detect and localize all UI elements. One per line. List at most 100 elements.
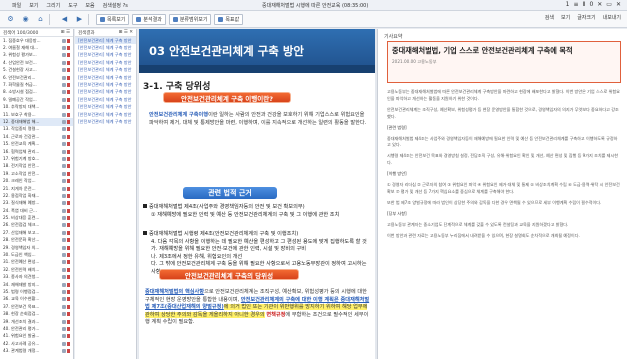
analysis-button[interactable]: 분석결과 — [132, 13, 166, 25]
bookmark-icon[interactable] — [67, 142, 70, 147]
result-list-item[interactable]: [안전보건관리] 체계 구축 방안 — [75, 104, 136, 111]
document-list-item[interactable]: 26. 안전점검 체크... — [0, 222, 73, 229]
result-list-item[interactable]: [안전보건관리] 체계 구축 방안 — [75, 52, 136, 59]
window-control-5[interactable]: ✕ — [597, 1, 602, 8]
bookmark-icon[interactable] — [67, 164, 70, 169]
document-list-item[interactable]: 8. 소방시설 점검... — [0, 89, 73, 96]
bookmark-icon[interactable] — [67, 275, 70, 280]
result-list-item[interactable]: [안전보건관리] 체계 구축 방안 — [75, 74, 136, 81]
search-action[interactable]: 검색 — [545, 14, 554, 21]
document-list-item[interactable]: 27. 산업재해 보고... — [0, 229, 73, 236]
bookmark-icon[interactable] — [67, 304, 70, 309]
bookmark-icon[interactable] — [67, 245, 70, 250]
result-list-item[interactable]: [안전보건관리] 체계 구축 방안 — [75, 118, 136, 125]
document-list-item[interactable]: 12. 중대재해법 해... — [0, 118, 73, 126]
document-list-item[interactable]: 13. 작업중지 명령... — [0, 126, 73, 133]
export-action[interactable]: 내보내기 — [603, 14, 621, 21]
document-list-item[interactable]: 30. 도급인 책임... — [0, 251, 73, 258]
document-list-item[interactable]: 20. 크레인 작업... — [0, 177, 73, 184]
document-list-item[interactable]: 6. 안전보건관리... — [0, 74, 73, 81]
bookmark-icon[interactable] — [67, 267, 70, 272]
result-list-item[interactable]: [안전보건관리] 체계 구축 방안 — [75, 37, 136, 45]
menu-search-settings[interactable]: 검색설정 ?s — [103, 2, 128, 9]
result-list-item[interactable]: [안전보건관리] 체계 구축 방안 — [75, 67, 136, 74]
bookmark-icon[interactable] — [67, 193, 70, 198]
bookmark-icon[interactable] — [67, 112, 70, 117]
document-list-item[interactable]: 22. 용접작업 화재... — [0, 192, 73, 199]
search-icon[interactable]: ◉ — [21, 15, 30, 24]
menu-tools[interactable]: 도구 — [68, 2, 77, 9]
bookmark-icon[interactable] — [67, 38, 70, 43]
document-list-item[interactable]: 21. 지게차 운전... — [0, 185, 73, 192]
bookmark-icon[interactable] — [67, 97, 70, 102]
back-icon[interactable]: ◀ — [60, 15, 69, 24]
document-list-item[interactable]: 33. 종사자 의견청... — [0, 274, 73, 281]
document-list-item[interactable]: 16. 협력업체 관리... — [0, 148, 73, 155]
bookmark-icon[interactable] — [67, 179, 70, 184]
result-list-controls[interactable]: ⊞ ☰ ✕ — [119, 30, 133, 35]
document-list-item[interactable]: 15. 안전교육 계획... — [0, 140, 73, 147]
bookmark-icon[interactable] — [67, 156, 70, 161]
bookmark-icon[interactable] — [67, 312, 70, 317]
bookmark-icon[interactable] — [67, 260, 70, 265]
category-range-button[interactable]: 분류범위보기 — [168, 13, 212, 25]
bookmark-icon[interactable] — [67, 46, 70, 51]
document-list-item[interactable]: 9. 밀폐공간 작업... — [0, 96, 73, 103]
document-list-item[interactable]: 5. 건설현장 사고... — [0, 67, 73, 74]
document-list-item[interactable]: 2. 여름철 재해 대... — [0, 44, 73, 51]
bookmark-icon[interactable] — [67, 319, 70, 324]
bookmark-icon[interactable] — [67, 216, 70, 221]
bookmark-icon[interactable] — [67, 149, 70, 154]
menu-draw[interactable]: 그리기 — [46, 2, 60, 9]
menu-file[interactable]: 파일 — [12, 2, 21, 9]
document-list-item[interactable]: 23. 질식재해 예방... — [0, 200, 73, 207]
bookmark-icon[interactable] — [67, 171, 70, 176]
bookmark-icon[interactable] — [67, 83, 70, 88]
bookmark-icon[interactable] — [67, 253, 70, 258]
bookmark-icon[interactable] — [67, 297, 70, 302]
bookmark-icon[interactable] — [67, 53, 70, 58]
bookmark-icon[interactable] — [67, 230, 70, 235]
bookmark-icon[interactable] — [67, 68, 70, 73]
bookmark-icon[interactable] — [67, 289, 70, 294]
document-list-item[interactable]: 4. 산업안전 보건... — [0, 59, 73, 66]
document-list-item[interactable]: 36. 교육 이수현황... — [0, 296, 73, 303]
window-control-6[interactable]: ▭ — [606, 1, 612, 8]
bookmark-icon[interactable] — [67, 186, 70, 191]
bookmark-icon[interactable] — [67, 134, 70, 139]
window-control-4[interactable]: 0 — [589, 1, 593, 8]
document-list-item[interactable]: 10. 추락방지 대책... — [0, 104, 73, 111]
bookmark-icon[interactable] — [67, 105, 70, 110]
document-list-item[interactable]: 24. 폭염 대비 근... — [0, 207, 73, 214]
result-list-item[interactable]: [안전보건관리] 체계 구축 방안 — [75, 81, 136, 88]
close-icon[interactable]: ✕ — [616, 1, 621, 8]
result-list-item[interactable]: [안전보건관리] 체계 구축 방안 — [75, 89, 136, 96]
bookmark-icon[interactable] — [67, 326, 70, 331]
bookmark-icon[interactable] — [67, 223, 70, 228]
menu-view[interactable]: 보기 — [29, 2, 38, 9]
list-view-toggle[interactable]: ⊞ ☰ — [61, 30, 70, 35]
document-list-item[interactable]: 43. 관계법령 개정... — [0, 347, 73, 354]
document-list-item[interactable]: 38. 현장 순회점검... — [0, 310, 73, 317]
document-list-item[interactable]: 18. 전기작업 안전... — [0, 163, 73, 170]
document-list-item[interactable]: 28. 안전문화 확산... — [0, 237, 73, 244]
bookmark-icon[interactable] — [67, 282, 70, 287]
document-list-item[interactable]: 34. 재해재발 방지... — [0, 281, 73, 288]
document-list-item[interactable]: 11. 보호구 착용... — [0, 111, 73, 118]
document-list-item[interactable]: 31. 안전예산 편성... — [0, 259, 73, 266]
document-list-item[interactable]: 14. 근로자 건강관... — [0, 133, 73, 140]
document-list-item[interactable]: 32. 안전인력 배치... — [0, 266, 73, 273]
document-list-item[interactable]: 37. 안전보건 목표... — [0, 303, 73, 310]
bookmark-icon[interactable] — [67, 334, 70, 339]
bookmark-icon[interactable] — [67, 341, 70, 346]
bookmark-icon[interactable] — [67, 238, 70, 243]
font-size-action[interactable]: 글자크기 — [577, 14, 595, 21]
bookmark-icon[interactable] — [67, 208, 70, 213]
list-view-button[interactable]: 목록보기 — [96, 13, 130, 25]
result-list-item[interactable]: [안전보건관리] 체계 구축 방안 — [75, 96, 136, 103]
document-list-item[interactable]: 25. 비상대응 훈련... — [0, 214, 73, 221]
view-action[interactable]: 보기 — [561, 14, 570, 21]
result-list-item[interactable]: [안전보건관리] 체계 구축 방안 — [75, 59, 136, 66]
document-list-item[interactable]: 17. 위험기계 방호... — [0, 155, 73, 162]
home-icon[interactable]: ⌂ — [36, 15, 45, 24]
